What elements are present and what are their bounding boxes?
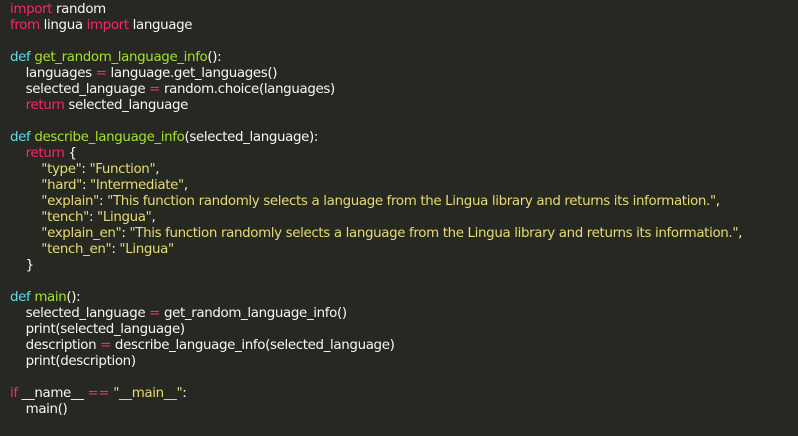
code-token: return — [25, 146, 65, 161]
code-line: "explain_en": "This function randomly se… — [10, 226, 798, 242]
code-token: = — [100, 338, 112, 353]
code-line: ​ — [10, 34, 798, 50]
code-line: def get_random_language_info(): — [10, 50, 798, 66]
code-token: selected_language — [10, 82, 150, 97]
code-token: = — [149, 306, 161, 321]
code-token: def — [10, 50, 31, 65]
code-token: describe_language_info — [34, 130, 185, 145]
code-line: selected_language = random.choice(langua… — [10, 82, 798, 98]
code-token: lingua — [39, 18, 87, 33]
code-token: import — [86, 18, 129, 33]
code-line: languages = language.get_languages() — [10, 66, 798, 82]
code-line: ​ — [10, 274, 798, 290]
code-line: "tench_en": "Lingua" — [10, 242, 798, 258]
code-line: ​ — [10, 370, 798, 386]
code-line: print(selected_language) — [10, 322, 798, 338]
code-line: "explain": "This function randomly selec… — [10, 194, 798, 210]
code-token: def — [10, 130, 31, 145]
code-token: random.choice(languages) — [160, 82, 335, 97]
code-line: "tench": "Lingua", — [10, 210, 798, 226]
code-token: } — [10, 258, 35, 273]
code-token: "This function randomly selects a langua… — [129, 226, 739, 241]
code-line: ​ — [10, 114, 798, 130]
code-token: "Lingua" — [97, 210, 152, 225]
code-token: print(description) — [10, 354, 136, 369]
code-token: "__main__" — [113, 386, 183, 401]
code-token: "type" — [41, 162, 82, 177]
code-token: "hard" — [41, 178, 82, 193]
code-token: selected_language — [10, 306, 150, 321]
code-token: describe_language_info(selected_language… — [111, 338, 395, 353]
code-token: , — [183, 178, 188, 193]
code-token: language — [128, 18, 193, 33]
code-token: : — [88, 210, 98, 225]
code-token: def — [10, 290, 31, 305]
code-line: selected_language = get_random_language_… — [10, 306, 798, 322]
code-token: (): — [66, 290, 81, 305]
code-token: from — [10, 18, 40, 33]
code-token: description — [10, 338, 101, 353]
code-line: main() — [10, 402, 798, 418]
code-token: == — [87, 386, 110, 401]
code-line: def main(): — [10, 290, 798, 306]
code-token: "Function" — [89, 162, 156, 177]
code-line: import random — [10, 2, 798, 18]
code-line: from lingua import language — [10, 18, 798, 34]
code-token: print(selected_language) — [10, 322, 185, 337]
code-line: return { — [10, 146, 798, 162]
code-token: = — [149, 82, 161, 97]
code-line: def describe_language_info(selected_lang… — [10, 130, 798, 146]
code-line: return selected_language — [10, 98, 798, 114]
code-token: (): — [207, 50, 222, 65]
code-token: random — [52, 2, 106, 17]
code-token: , — [155, 162, 160, 177]
code-line: "type": "Function", — [10, 162, 798, 178]
code-line: if __name__ == "__main__": — [10, 386, 798, 402]
code-token: return — [25, 98, 65, 113]
code-line: } — [10, 258, 798, 274]
code-token: { — [64, 146, 77, 161]
code-editor[interactable]: import random from lingua import language… — [0, 0, 798, 436]
code-line: print(description) — [10, 354, 798, 370]
code-token: , — [715, 194, 720, 209]
code-token: = — [95, 66, 107, 81]
code-token: "This function randomly selects a langua… — [107, 194, 716, 209]
code-line: description = describe_language_info(sel… — [10, 338, 798, 354]
code-token: : — [81, 178, 91, 193]
code-token: "Intermediate" — [90, 178, 184, 193]
code-token: __name__ — [17, 386, 88, 401]
code-token: "Lingua" — [119, 242, 174, 257]
code-token: main() — [10, 402, 68, 417]
code-token: : — [182, 386, 187, 401]
code-token: (selected_language): — [184, 130, 319, 145]
code-token: if — [10, 386, 18, 401]
code-token: import — [10, 2, 53, 17]
code-token: : — [99, 194, 108, 209]
code-token: selected_language — [64, 98, 189, 113]
code-token: language.get_languages() — [106, 66, 278, 81]
code-token: "tench" — [41, 210, 89, 225]
code-token: get_random_language_info — [34, 50, 208, 65]
code-token: "explain_en" — [41, 226, 122, 241]
code-token: "tench_en" — [41, 242, 112, 257]
code-token: , — [738, 226, 743, 241]
code-line: "hard": "Intermediate", — [10, 178, 798, 194]
code-token: main — [34, 290, 67, 305]
code-token: get_random_language_info() — [160, 306, 347, 321]
code-token: "explain" — [41, 194, 99, 209]
code-token: languages — [10, 66, 96, 81]
code-token: , — [151, 210, 156, 225]
